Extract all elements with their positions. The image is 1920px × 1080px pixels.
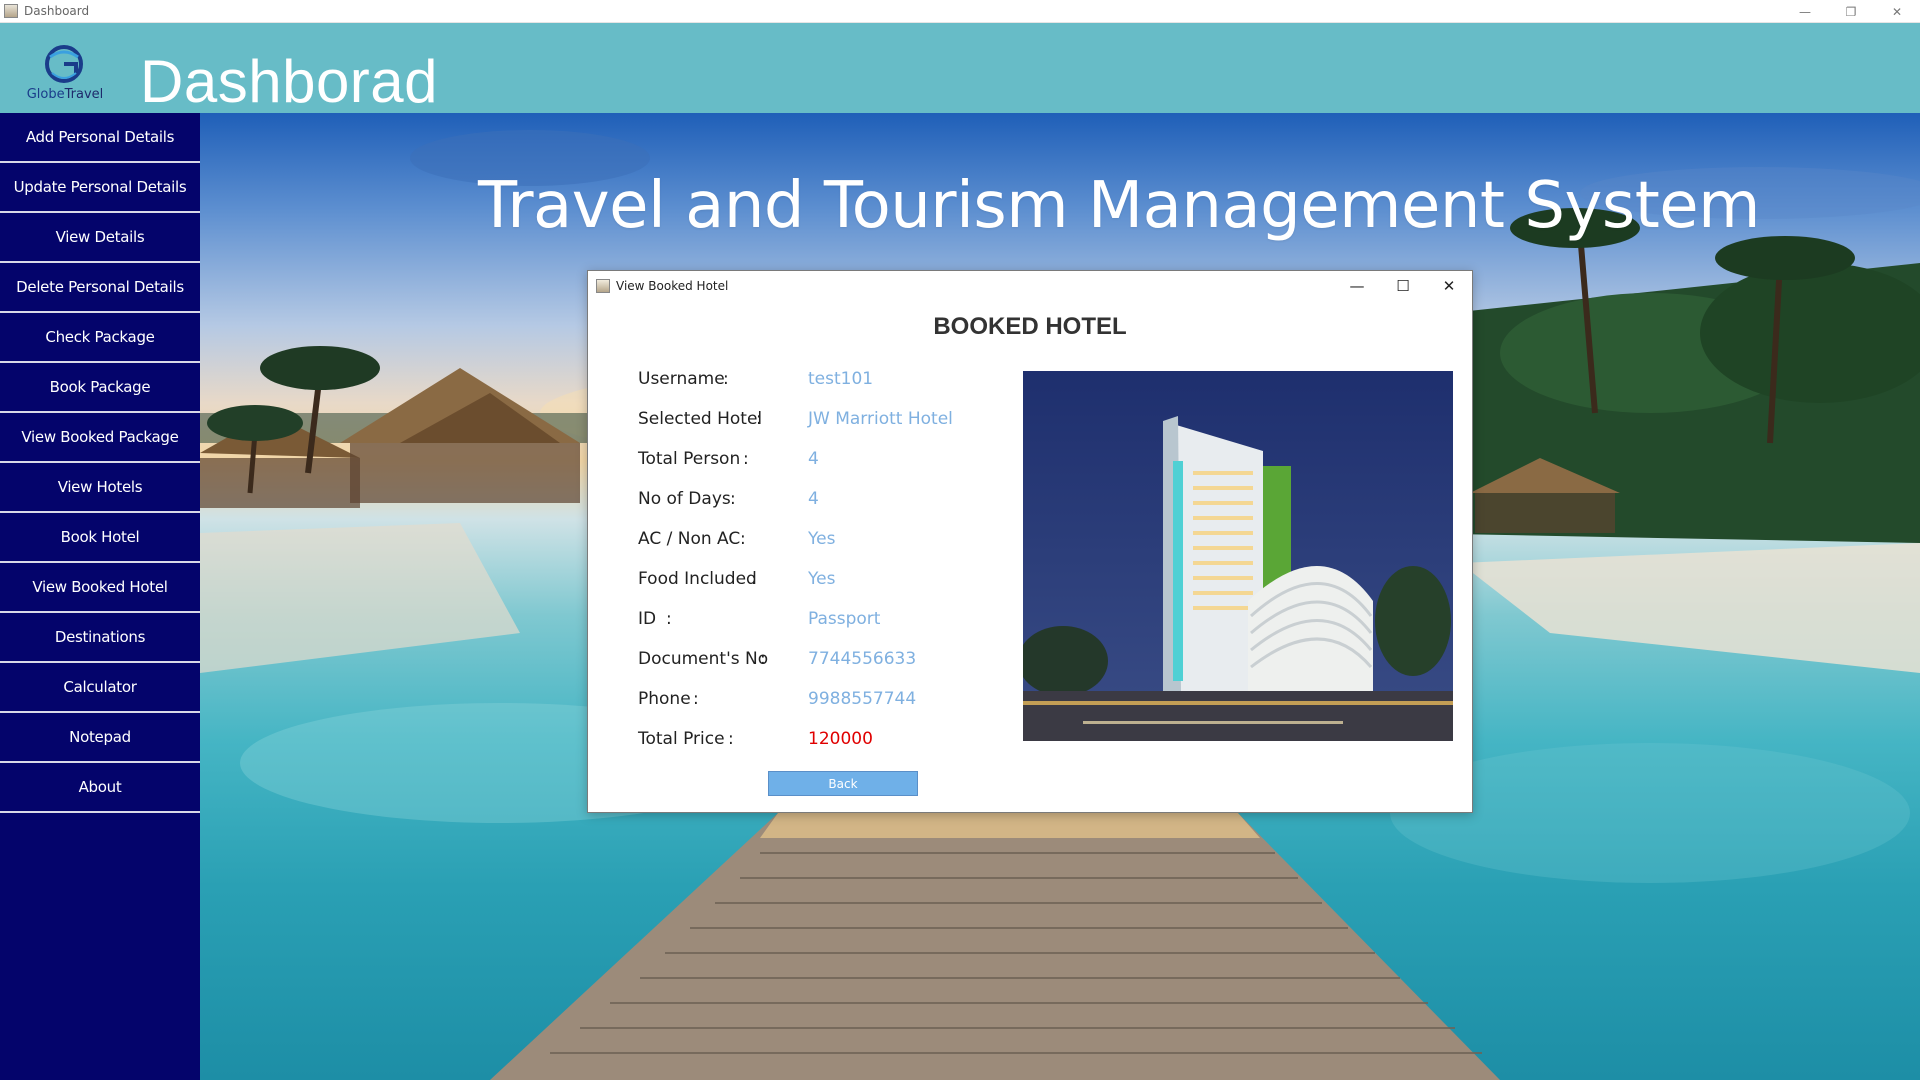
logo-text-globe: Globe bbox=[26, 87, 65, 102]
total-price-value: 120000 bbox=[808, 729, 873, 749]
username-colon: : bbox=[723, 369, 729, 389]
no-of-days-value: 4 bbox=[808, 489, 819, 509]
food-included-value: Yes bbox=[808, 569, 836, 589]
restore-icon[interactable]: ❐ bbox=[1828, 0, 1874, 23]
ac-non-ac-colon: : bbox=[740, 529, 746, 549]
logo-text: GlobeTravel bbox=[22, 87, 108, 102]
sidebar-item-view-booked-package[interactable]: View Booked Package bbox=[0, 413, 200, 463]
close-icon[interactable]: ✕ bbox=[1874, 0, 1920, 23]
hotel-building-image bbox=[1023, 371, 1453, 741]
sidebar-item-add-personal-details[interactable]: Add Personal Details bbox=[0, 113, 200, 163]
sidebar-item-notepad[interactable]: Notepad bbox=[0, 713, 200, 763]
id-label: ID bbox=[638, 609, 657, 629]
logo-text-travel: Travel bbox=[64, 87, 104, 102]
sidebar-item-view-hotels[interactable]: View Hotels bbox=[0, 463, 200, 513]
dialog-app-icon bbox=[596, 279, 610, 293]
dialog-heading: BOOKED HOTEL bbox=[933, 313, 1127, 340]
dialog-controls: — ☐ ✕ bbox=[1334, 271, 1472, 301]
food-included-label: Food Included bbox=[638, 569, 757, 589]
document-no-colon: : bbox=[760, 649, 766, 669]
system-title: Travel and Tourism Management System bbox=[478, 169, 1761, 243]
view-booked-hotel-dialog: View Booked Hotel — ☐ ✕ BOOKED HOTEL Use… bbox=[587, 270, 1473, 813]
no-of-days-colon: : bbox=[730, 489, 736, 509]
header-bar: GlobeTravel Dashborad bbox=[0, 23, 1920, 115]
sidebar-item-calculator[interactable]: Calculator bbox=[0, 663, 200, 713]
window-titlebar: Dashboard — ❐ ✕ bbox=[0, 0, 1920, 23]
total-price-colon: : bbox=[728, 729, 734, 749]
app-icon bbox=[4, 4, 18, 18]
ac-non-ac-value: Yes bbox=[808, 529, 836, 549]
sidebar-item-destinations[interactable]: Destinations bbox=[0, 613, 200, 663]
back-button[interactable]: Back bbox=[768, 771, 918, 796]
food-included-colon: : bbox=[751, 569, 757, 589]
id-value: Passport bbox=[808, 609, 881, 629]
sidebar-item-view-booked-hotel[interactable]: View Booked Hotel bbox=[0, 563, 200, 613]
phone-colon: : bbox=[693, 689, 699, 709]
phone-label: Phone bbox=[638, 689, 691, 709]
minimize-icon[interactable]: — bbox=[1782, 0, 1828, 23]
username-value: test101 bbox=[808, 369, 874, 389]
total-person-label: Total Person bbox=[638, 449, 741, 469]
hotel-photo bbox=[1023, 371, 1453, 741]
window-controls: — ❐ ✕ bbox=[1782, 0, 1920, 23]
document-no-label: Document's No bbox=[638, 649, 769, 669]
total-person-colon: : bbox=[743, 449, 749, 469]
document-no-value: 7744556633 bbox=[808, 649, 917, 669]
sidebar-item-book-hotel[interactable]: Book Hotel bbox=[0, 513, 200, 563]
sidebar-item-view-details[interactable]: View Details bbox=[0, 213, 200, 263]
id-colon: : bbox=[666, 609, 672, 629]
total-price-label: Total Price bbox=[638, 729, 725, 749]
globe-travel-logo: GlobeTravel bbox=[22, 43, 108, 109]
phone-value: 9988557744 bbox=[808, 689, 917, 709]
total-person-value: 4 bbox=[808, 449, 819, 469]
sidebar-item-book-package[interactable]: Book Package bbox=[0, 363, 200, 413]
sidebar-item-update-personal-details[interactable]: Update Personal Details bbox=[0, 163, 200, 213]
selected-hotel-label: Selected Hotel bbox=[638, 409, 763, 429]
dialog-title: View Booked Hotel bbox=[616, 279, 729, 293]
sidebar-item-check-package[interactable]: Check Package bbox=[0, 313, 200, 363]
dialog-minimize-icon[interactable]: — bbox=[1334, 271, 1380, 301]
ac-non-ac-label: AC / Non AC bbox=[638, 529, 741, 549]
no-of-days-label: No of Days bbox=[638, 489, 731, 509]
dialog-titlebar: View Booked Hotel — ☐ ✕ bbox=[588, 271, 1472, 301]
username-label: Username bbox=[638, 369, 725, 389]
window-title: Dashboard bbox=[24, 4, 90, 18]
sidebar-item-about[interactable]: About bbox=[0, 763, 200, 813]
page-title: Dashborad bbox=[140, 48, 439, 115]
selected-hotel-value: JW Marriott Hotel bbox=[808, 409, 953, 429]
dialog-maximize-icon[interactable]: ☐ bbox=[1380, 271, 1426, 301]
selected-hotel-colon: : bbox=[756, 409, 762, 429]
sidebar: Add Personal Details Update Personal Det… bbox=[0, 113, 200, 1080]
dialog-close-icon[interactable]: ✕ bbox=[1426, 271, 1472, 301]
sidebar-item-delete-personal-details[interactable]: Delete Personal Details bbox=[0, 263, 200, 313]
globe-logo-icon bbox=[45, 45, 83, 83]
